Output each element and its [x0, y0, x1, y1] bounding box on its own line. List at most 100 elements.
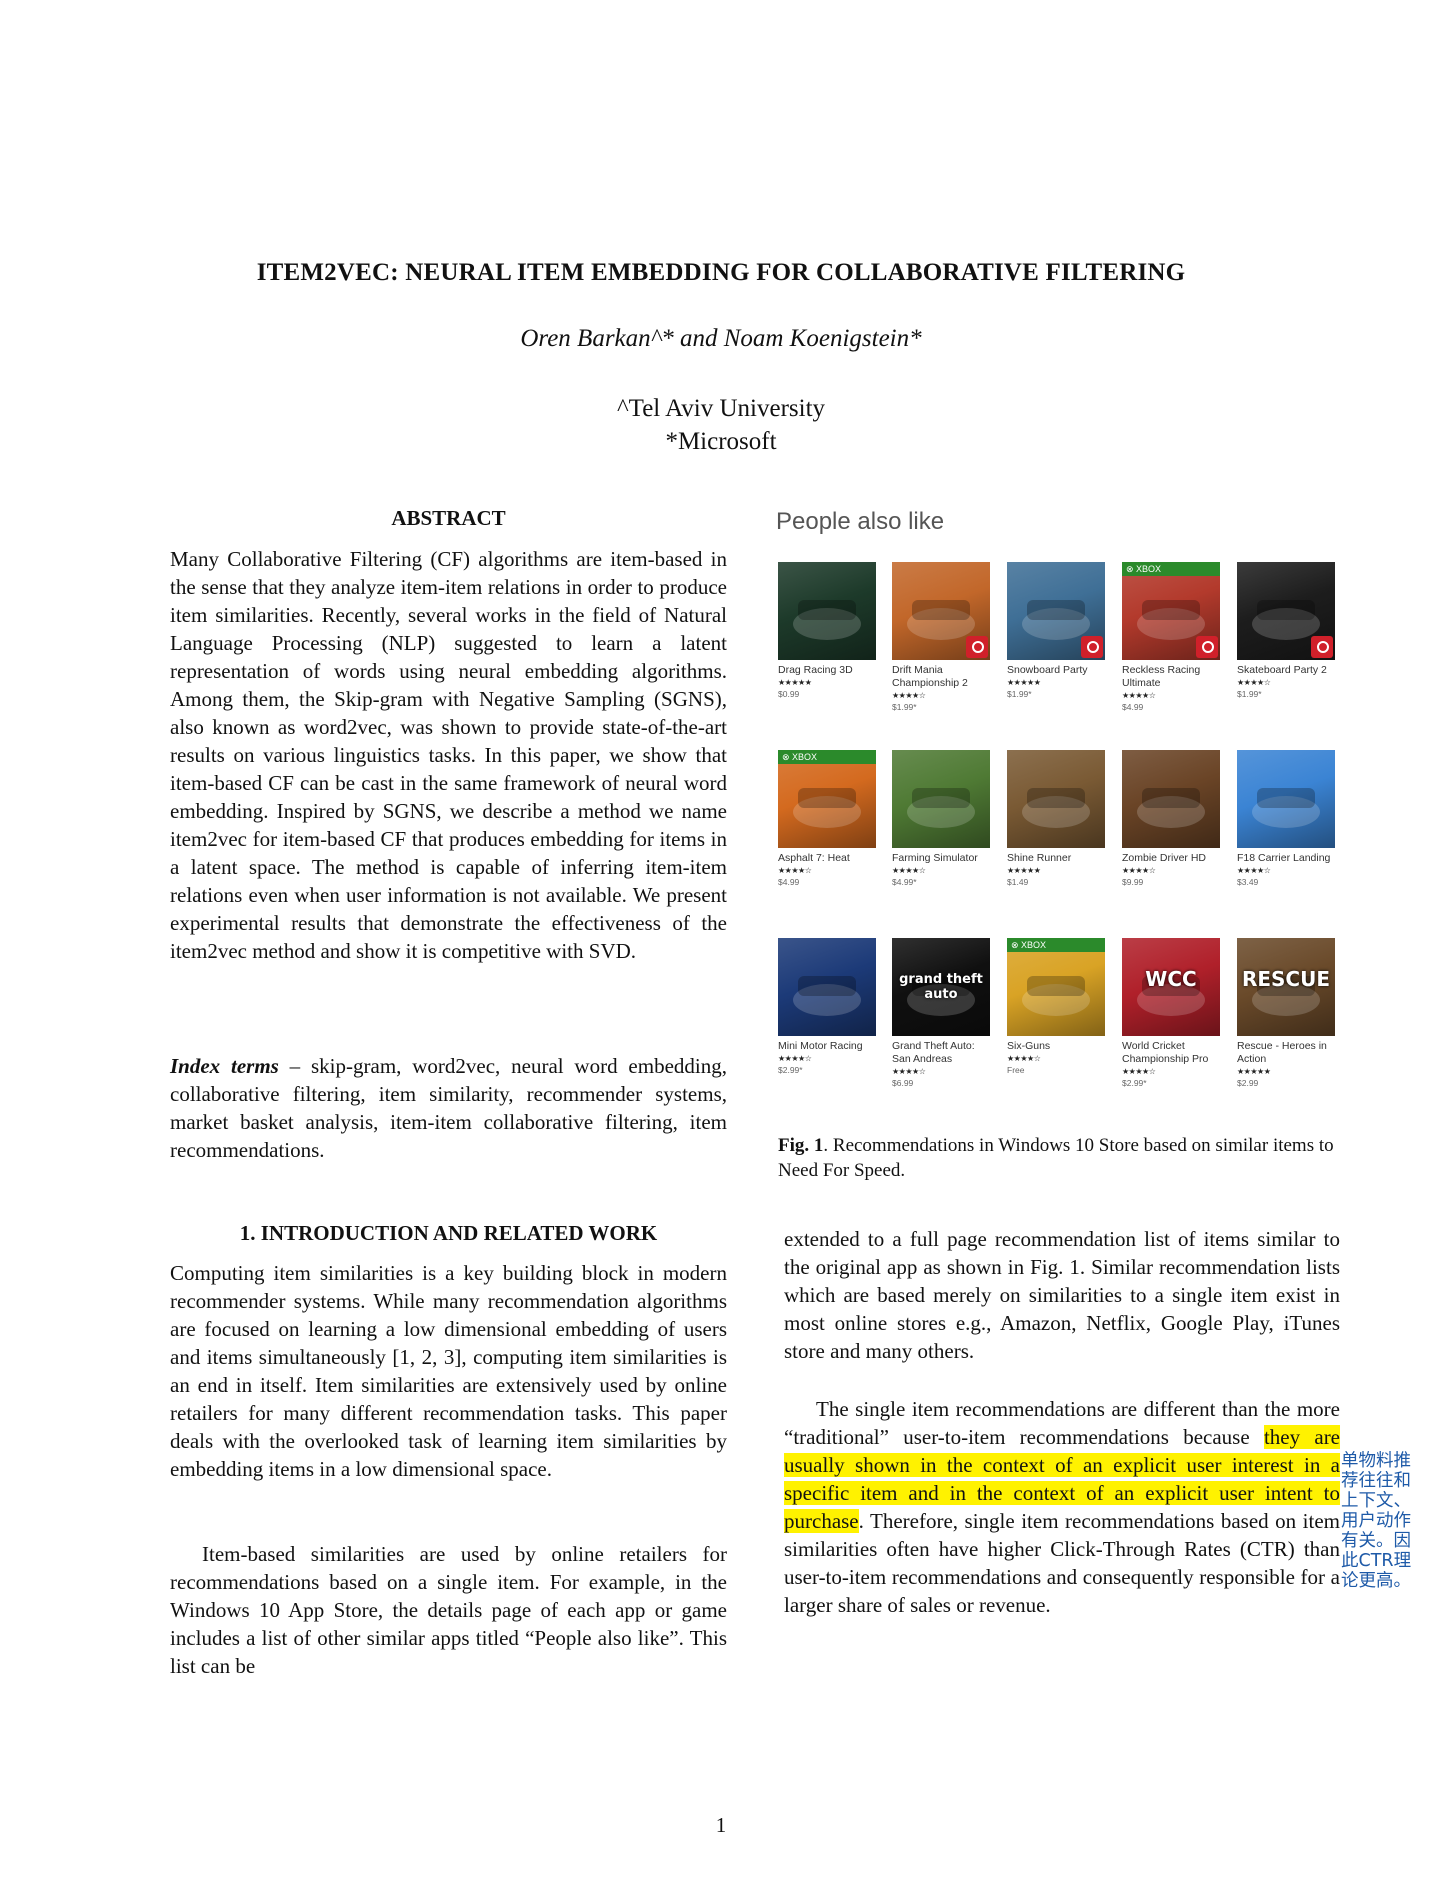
app-price: $4.99*: [892, 877, 917, 887]
abstract-heading: ABSTRACT: [391, 506, 506, 530]
app-name: Six-Guns: [1007, 1040, 1051, 1052]
app-name: Skateboard Party 2: [1237, 664, 1327, 676]
app-thumbnail: [1122, 750, 1220, 848]
app-rating-stars: ★★★★☆: [778, 1054, 812, 1063]
app-thumbnail: [892, 562, 990, 660]
app-thumbnail: [778, 562, 876, 660]
app-rating-stars: ★★★★★: [778, 678, 812, 687]
publisher-badge-icon: [966, 636, 988, 658]
app-logo-text: RESCUE: [1241, 967, 1331, 991]
app-thumbnail: grand theft auto: [892, 938, 990, 1036]
xbox-badge: ⊗ XBOX: [778, 750, 876, 764]
app-price: $3.49: [1237, 877, 1259, 887]
app-tile[interactable]: Drag Racing 3D ★★★★★ $0.99: [778, 562, 876, 700]
app-rating-stars: ★★★★☆: [1122, 691, 1156, 700]
affiliation-1: ^Tel Aviv University: [616, 395, 826, 422]
margin-annotation: 单物料推荐往往和上下文、用户动作有关。因此CTR理论更高。: [1341, 1451, 1412, 1591]
app-price: $1.99*: [892, 702, 917, 712]
app-tile[interactable]: grand theft auto Grand Theft Auto: San An…: [892, 938, 990, 1089]
figure-heading: People also like: [776, 508, 945, 535]
app-price: $1.49: [1007, 877, 1029, 887]
app-name: Reckless Racing Ultimate: [1122, 664, 1201, 689]
app-name: Zombie Driver HD: [1122, 852, 1207, 864]
section-1-para-2-text: Item-based similarities are used by onli…: [170, 1542, 727, 1678]
app-rating-stars: ★★★★☆: [892, 1067, 926, 1076]
paper-title: ITEM2VEC: NEURAL ITEM EMBEDDING FOR COLL…: [256, 259, 1186, 286]
app-rating-stars: ★★★★★: [1007, 866, 1041, 875]
app-price: $1.99*: [1237, 689, 1262, 699]
app-thumbnail: ⊗ XBOX: [1007, 938, 1105, 1036]
app-price: $0.99: [778, 689, 800, 699]
xbox-badge: ⊗ XBOX: [1122, 562, 1220, 576]
app-name: F18 Carrier Landing: [1237, 852, 1331, 864]
app-thumbnail: [1007, 750, 1105, 848]
figure-tile-grid: Drag Racing 3D ★★★★★ $0.99 Drift Mania Cham…: [778, 562, 1338, 1102]
app-artwork-icon: [1022, 788, 1090, 828]
app-thumbnail: ⊗ XBOX: [1122, 562, 1220, 660]
app-rating-stars: ★★★★☆: [778, 866, 812, 875]
app-tile[interactable]: Snowboard Party ★★★★★ $1.99*: [1007, 562, 1105, 700]
abstract-text: Many Collaborative Filtering (CF) algori…: [170, 547, 727, 963]
right-para-2-after: . Therefore, single item recommendations…: [784, 1509, 1340, 1617]
app-tile[interactable]: Skateboard Party 2 ★★★★☆ $1.99*: [1237, 562, 1335, 700]
app-name: Drag Racing 3D: [778, 664, 853, 676]
app-artwork-icon: [1022, 976, 1090, 1016]
app-logo-text: grand theft auto: [899, 972, 983, 1002]
app-price: $6.99: [892, 1078, 914, 1088]
app-name: Mini Motor Racing: [778, 1040, 863, 1052]
right-para-1: extended to a full page recommendation l…: [784, 1227, 1340, 1363]
figure-caption-label: Fig. 1: [778, 1135, 824, 1156]
app-tile[interactable]: Farming Simulator ★★★★☆ $4.99*: [892, 750, 990, 888]
app-logo-text: WCC: [1145, 967, 1197, 991]
app-rating-stars: ★★★★☆: [1237, 678, 1271, 687]
figure-caption: Fig. 1. Recommendations in Windows 10 St…: [778, 1133, 1341, 1183]
app-tile[interactable]: ⊗ XBOX Asphalt 7: Heat ★★★★☆ $4.99: [778, 750, 876, 888]
affiliations: ^Tel Aviv University *Microsoft: [0, 392, 1442, 458]
app-tile[interactable]: ⊗ XBOX Six-Guns ★★★★☆ Free: [1007, 938, 1105, 1076]
app-thumbnail: RESCUE: [1237, 938, 1335, 1036]
app-tile[interactable]: F18 Carrier Landing ★★★★☆ $3.49: [1237, 750, 1335, 888]
right-para-2: The single item recommendations are diff…: [784, 1395, 1341, 1619]
app-tile[interactable]: Zombie Driver HD ★★★★☆ $9.99: [1122, 750, 1220, 888]
app-name: Grand Theft Auto: San Andreas: [892, 1040, 975, 1065]
app-price: $4.99: [1122, 702, 1144, 712]
app-rating-stars: ★★★★★: [1007, 678, 1041, 687]
app-price: $2.99*: [778, 1065, 803, 1075]
app-price: $4.99: [778, 877, 800, 887]
publisher-badge-icon: [1196, 636, 1218, 658]
app-artwork-icon: [793, 600, 861, 640]
app-thumbnail: WCC: [1122, 938, 1220, 1036]
index-terms: Index terms – skip-gram, word2vec, neura…: [170, 1052, 727, 1164]
app-price: $9.99: [1122, 877, 1144, 887]
paper-authors: Oren Barkan^* and Noam Koenigstein*: [520, 325, 922, 352]
app-tile[interactable]: Shine Runner ★★★★★ $1.49: [1007, 750, 1105, 888]
app-price: $2.99: [1237, 1078, 1259, 1088]
app-rating-stars: ★★★★☆: [892, 866, 926, 875]
app-rating-stars: ★★★★★: [1237, 1067, 1271, 1076]
section-1-para-2: Item-based similarities are used by onli…: [170, 1540, 727, 1680]
app-thumbnail: [1237, 750, 1335, 848]
app-artwork-icon: [793, 788, 861, 828]
xbox-badge: ⊗ XBOX: [1007, 938, 1105, 952]
app-rating-stars: ★★★★☆: [1007, 1054, 1041, 1063]
app-name: Farming Simulator: [892, 852, 978, 864]
app-tile[interactable]: ⊗ XBOX Reckless Racing Ultimate ★★★★☆ $4.99: [1122, 562, 1220, 713]
app-tile[interactable]: Drift Mania Championship 2 ★★★★☆ $1.99*: [892, 562, 990, 713]
app-rating-stars: ★★★★☆: [892, 691, 926, 700]
affiliation-2: *Microsoft: [665, 428, 777, 455]
app-rating-stars: ★★★★☆: [1122, 866, 1156, 875]
app-tile[interactable]: WCC World Cricket Championship Pro ★★★★☆ $2…: [1122, 938, 1220, 1089]
app-thumbnail: [892, 750, 990, 848]
publisher-badge-icon: [1081, 636, 1103, 658]
app-rating-stars: ★★★★☆: [1237, 866, 1271, 875]
app-rating-stars: ★★★★☆: [1122, 1067, 1156, 1076]
app-name: Drift Mania Championship 2: [892, 664, 968, 689]
app-thumbnail: [778, 938, 876, 1036]
app-name: World Cricket Championship Pro: [1122, 1040, 1209, 1065]
index-terms-label: Index terms: [170, 1054, 279, 1078]
app-tile[interactable]: RESCUE Rescue - Heroes in Action ★★★★★ $2.9…: [1237, 938, 1335, 1089]
app-thumbnail: ⊗ XBOX: [778, 750, 876, 848]
app-price: $2.99*: [1122, 1078, 1147, 1088]
app-tile[interactable]: Mini Motor Racing ★★★★☆ $2.99*: [778, 938, 876, 1076]
app-name: Snowboard Party: [1007, 664, 1088, 676]
